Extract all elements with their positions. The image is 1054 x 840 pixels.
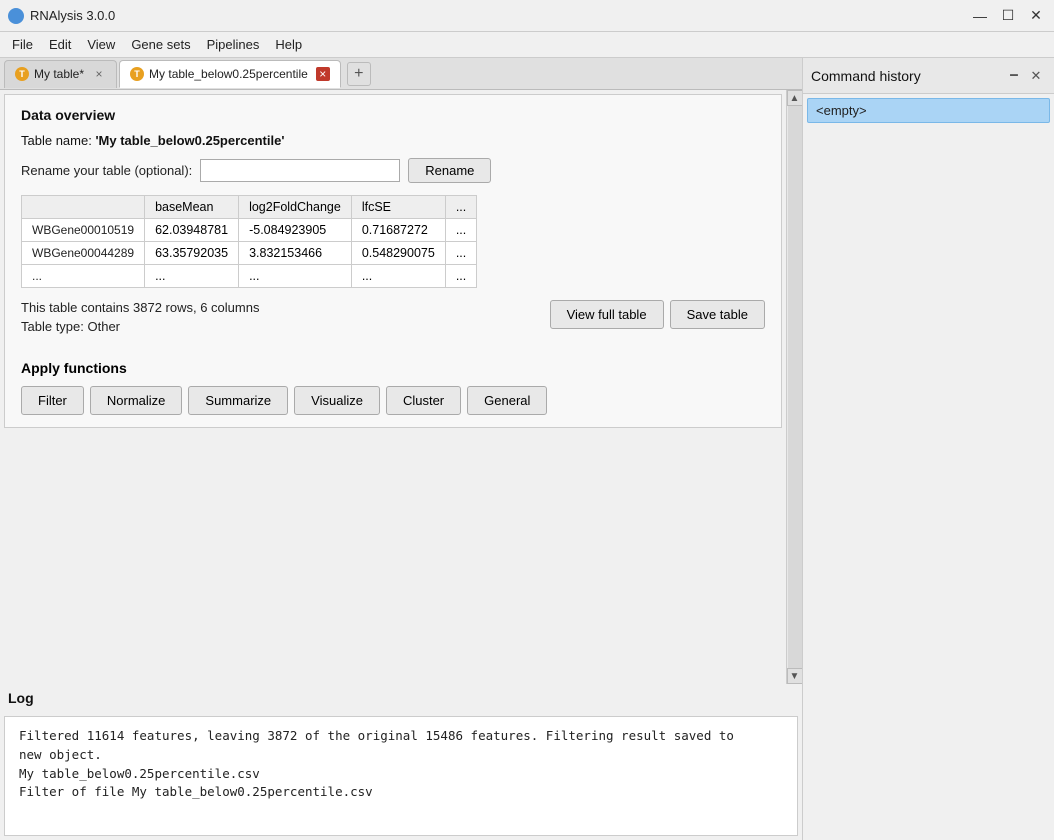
content-panel: Data overview Table name: 'My table_belo… xyxy=(0,90,802,840)
more-1: ... xyxy=(445,242,476,265)
command-history-header: Command history 🗕 ✕ xyxy=(803,58,1054,94)
scroll-down-arrow[interactable]: ▼ xyxy=(787,668,803,684)
command-history-title: Command history xyxy=(811,68,1002,84)
center-area: T My table* × T My table_below0.25percentile… xyxy=(0,58,802,840)
data-table: baseMean log2FoldChange lfcSE ... WBGene… xyxy=(21,195,477,288)
tab-label-tab2: My table_below0.25percentile xyxy=(149,67,308,81)
table-header-row: baseMean log2FoldChange lfcSE ... xyxy=(22,196,477,219)
cluster-button[interactable]: Cluster xyxy=(386,386,461,415)
tab-tab2[interactable]: T My table_below0.25percentile × xyxy=(119,60,341,88)
overview-content: Data overview Table name: 'My table_belo… xyxy=(0,90,786,684)
tab-bar: T My table* × T My table_below0.25percentile… xyxy=(0,58,802,90)
log-line-0: Filtered 11614 features, leaving 3872 of… xyxy=(19,727,783,746)
table-row: WBGene00044289 63.35792035 3.832153466 0… xyxy=(22,242,477,265)
add-tab-button[interactable]: + xyxy=(347,62,371,86)
table-row: WBGene00010519 62.03948781 -5.084923905 … xyxy=(22,219,477,242)
menu-item-help[interactable]: Help xyxy=(267,35,310,54)
maximize-button[interactable]: ☐ xyxy=(998,6,1018,26)
apply-functions: Apply functions Filter Normalize Summari… xyxy=(21,360,765,415)
gene-id-0: WBGene00010519 xyxy=(22,219,145,242)
tab-tab1[interactable]: T My table* × xyxy=(4,60,117,88)
save-table-button[interactable]: Save table xyxy=(670,300,765,329)
more-0: ... xyxy=(445,219,476,242)
cmd-item-empty[interactable]: <empty> xyxy=(807,98,1050,123)
menu-item-view[interactable]: View xyxy=(79,35,123,54)
ellipsis-0: ... xyxy=(22,265,145,288)
general-button[interactable]: General xyxy=(467,386,547,415)
table-info-block: This table contains 3872 rows, 6 columns… xyxy=(21,300,259,344)
menu-item-edit[interactable]: Edit xyxy=(41,35,79,54)
app-icon xyxy=(8,8,24,24)
ellipsis-3: ... xyxy=(351,265,445,288)
rename-input[interactable] xyxy=(200,159,400,182)
log2fc-0: -5.084923905 xyxy=(239,219,352,242)
col-header-basemean: baseMean xyxy=(145,196,239,219)
rename-row: Rename your table (optional): Rename xyxy=(21,158,765,183)
overview-scroll-wrapper: Data overview Table name: 'My table_belo… xyxy=(0,90,802,684)
command-history-content: <empty> xyxy=(803,94,1054,840)
close-button[interactable]: ✕ xyxy=(1026,6,1046,26)
tab-close-tab1[interactable]: × xyxy=(92,67,106,81)
command-history-minimize-button[interactable]: 🗕 xyxy=(1004,66,1024,86)
tab-close-tab2[interactable]: × xyxy=(316,67,330,81)
table-name-label: Table name: xyxy=(21,133,92,148)
basemean-1: 63.35792035 xyxy=(145,242,239,265)
log-line-3: Filter of file My table_below0.25percent… xyxy=(19,783,783,802)
rename-label: Rename your table (optional): xyxy=(21,163,192,178)
table-name-value: 'My table_below0.25percentile' xyxy=(95,133,284,148)
log-line-2: My table_below0.25percentile.csv xyxy=(19,765,783,784)
scroll-up-arrow[interactable]: ▲ xyxy=(787,90,803,106)
table-type: Table type: Other xyxy=(21,319,259,334)
menu-item-pipelines[interactable]: Pipelines xyxy=(199,35,268,54)
ellipsis-4: ... xyxy=(445,265,476,288)
log2fc-1: 3.832153466 xyxy=(239,242,352,265)
log-title: Log xyxy=(0,684,802,712)
menu-item-file[interactable]: File xyxy=(4,35,41,54)
view-full-table-button[interactable]: View full table xyxy=(550,300,664,329)
summarize-button[interactable]: Summarize xyxy=(188,386,288,415)
col-header-0 xyxy=(22,196,145,219)
col-header-lfcse: lfcSE xyxy=(351,196,445,219)
window-controls: — ☐ ✕ xyxy=(970,6,1046,26)
log-section: Log Filtered 11614 features, leaving 387… xyxy=(0,684,802,840)
tab-icon-tab1: T xyxy=(15,67,29,81)
right-panel: Command history 🗕 ✕ <empty> xyxy=(802,58,1054,840)
command-history-close-button[interactable]: ✕ xyxy=(1026,66,1046,86)
basemean-0: 62.03948781 xyxy=(145,219,239,242)
log-area: Filtered 11614 features, leaving 3872 of… xyxy=(4,716,798,836)
data-overview-panel: Data overview Table name: 'My table_belo… xyxy=(4,94,782,428)
functions-row: Filter Normalize Summarize Visualize Clu… xyxy=(21,386,765,415)
minimize-button[interactable]: — xyxy=(970,6,990,26)
lfcse-0: 0.71687272 xyxy=(351,219,445,242)
tab-icon-tab2: T xyxy=(130,67,144,81)
app-title: RNAlysis 3.0.0 xyxy=(30,8,970,23)
title-bar: RNAlysis 3.0.0 — ☐ ✕ xyxy=(0,0,1054,32)
menu-bar: FileEditViewGene setsPipelinesHelp xyxy=(0,32,1054,58)
col-header-more: ... xyxy=(445,196,476,219)
apply-functions-title: Apply functions xyxy=(21,360,765,376)
table-row-count: This table contains 3872 rows, 6 columns xyxy=(21,300,259,315)
main-area: T My table* × T My table_below0.25percentile… xyxy=(0,58,1054,840)
scrollbar-area[interactable]: ▲ ▼ xyxy=(786,90,802,684)
table-name-row: Table name: 'My table_below0.25percentil… xyxy=(21,133,765,148)
lfcse-1: 0.548290075 xyxy=(351,242,445,265)
ellipsis-2: ... xyxy=(239,265,352,288)
table-row-ellipsis: ... ... ... ... ... xyxy=(22,265,477,288)
visualize-button[interactable]: Visualize xyxy=(294,386,380,415)
rename-button[interactable]: Rename xyxy=(408,158,491,183)
col-header-log2fc: log2FoldChange xyxy=(239,196,352,219)
scroll-track[interactable] xyxy=(788,106,802,668)
menu-item-gene-sets[interactable]: Gene sets xyxy=(123,35,198,54)
data-overview-title: Data overview xyxy=(21,107,765,123)
tab-label-tab1: My table* xyxy=(34,67,84,81)
normalize-button[interactable]: Normalize xyxy=(90,386,183,415)
filter-button[interactable]: Filter xyxy=(21,386,84,415)
gene-id-1: WBGene00044289 xyxy=(22,242,145,265)
ellipsis-1: ... xyxy=(145,265,239,288)
log-line-1: new object. xyxy=(19,746,783,765)
